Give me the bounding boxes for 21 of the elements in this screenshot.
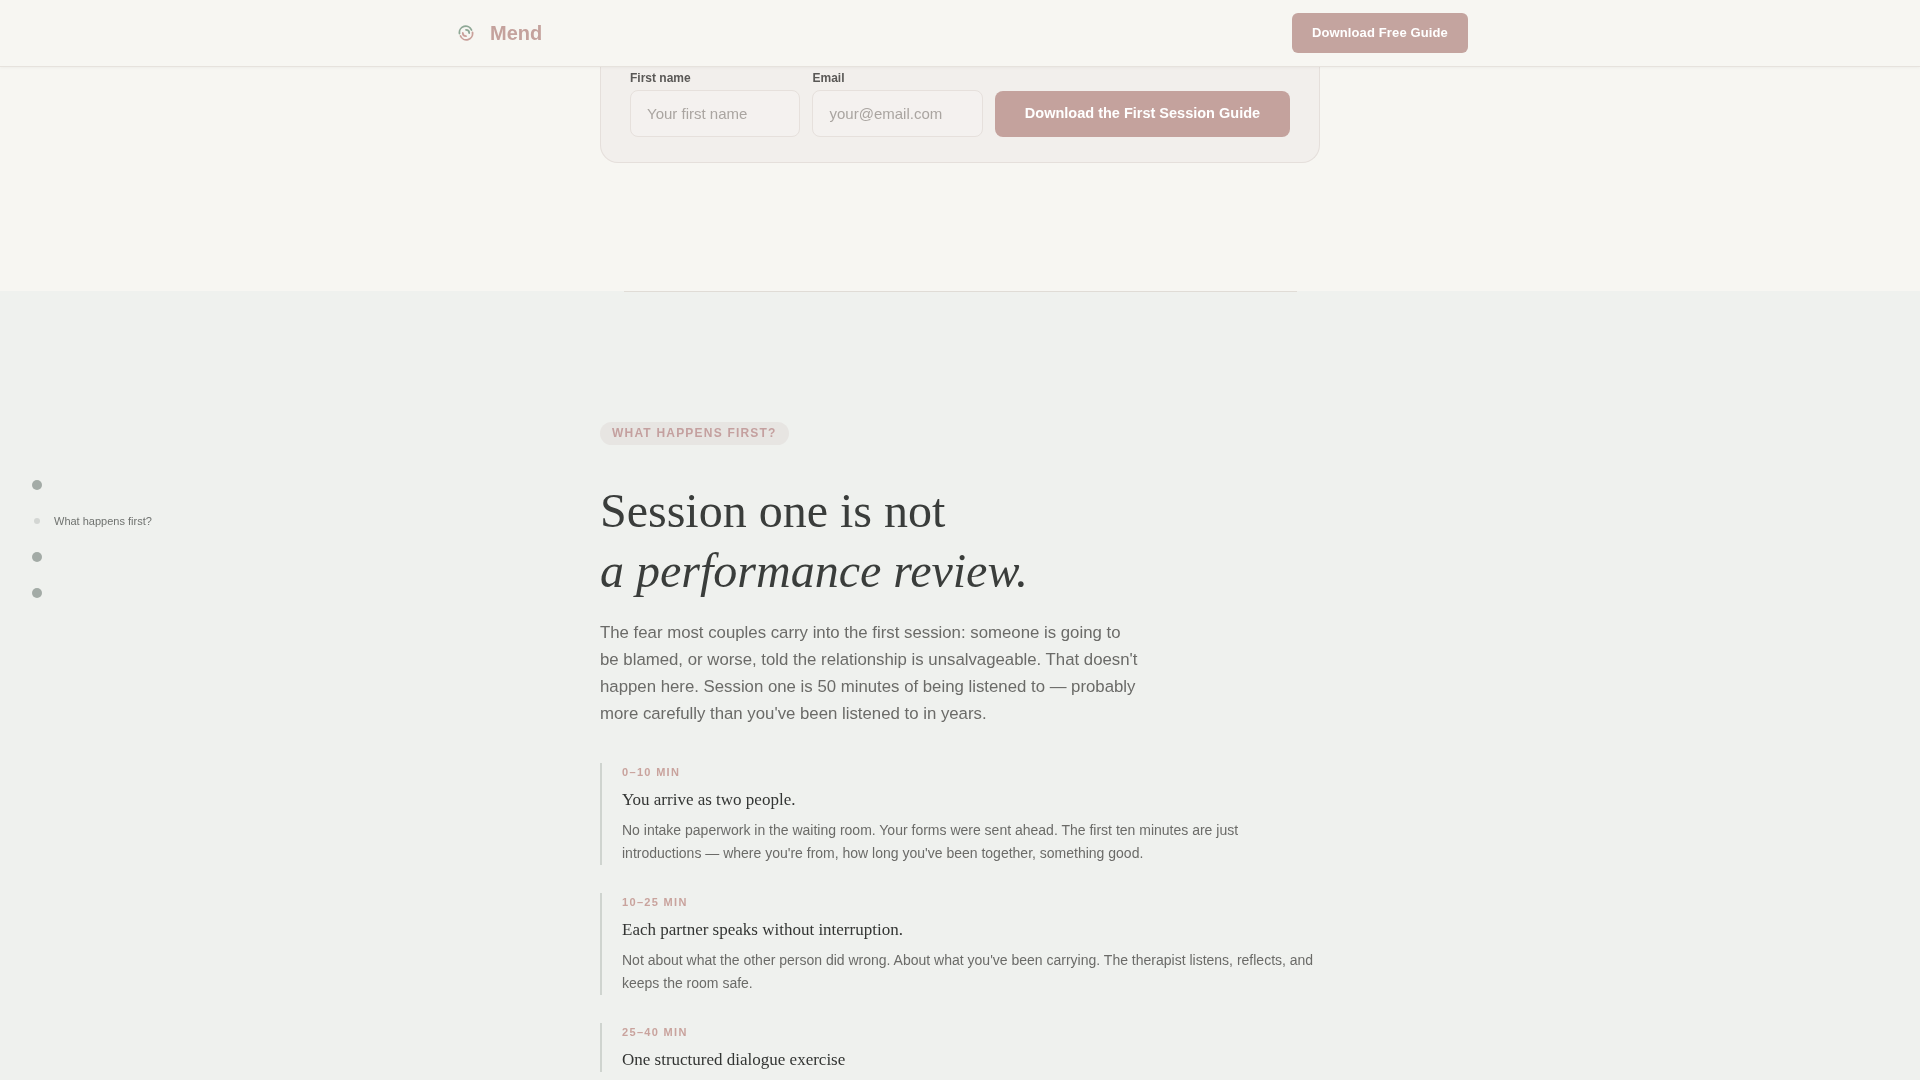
text-field[interactable]: your@email.com (812, 90, 983, 137)
field-label: Email (812, 70, 846, 86)
section-badge: WHAT HAPPENS FIRST? (600, 422, 789, 445)
section-nav-label[interactable]: What happens first? (54, 512, 152, 530)
section-heading-italic: a performance review. (600, 543, 1029, 599)
text-field[interactable]: Your first name (630, 90, 801, 137)
step-title: One structured dialogue exercise (622, 1049, 847, 1071)
swirl-logo-icon (458, 25, 474, 41)
step-description: Not about what the other person did wrong. About what you've been carrying. The therapist listens, reflects, and keeps the room safe. (622, 951, 1315, 993)
time-range: 25–40 MIN (622, 1025, 689, 1039)
intro-paragraph: The fear most couples carry into the first session: someone is going to be blamed, or worse, told the relationship is unsalvageable. That doesn't happen here. Session one is 50 minutes of being listened to — probably more carefully than you've been listened to in years. (600, 622, 1139, 725)
time-range: 10–25 MIN (622, 895, 689, 909)
section-heading: Session one is not (600, 483, 947, 539)
time-range: 0–10 MIN (622, 765, 682, 779)
download-session-guide-button[interactable]: Download the First Session Guide (994, 91, 1290, 137)
download-guide-button[interactable]: Download Free Guide (1291, 13, 1468, 53)
brand-name: Mend (490, 21, 543, 46)
step-title: You arrive as two people. (622, 789, 797, 811)
field-label: First name (630, 70, 692, 86)
step-title: Each partner speaks without interruption. (622, 919, 904, 941)
step-description: No intake paperwork in the waiting room. Your forms were sent ahead. The first ten minutes are just introductions — where you're from, how long you've been together, something good. (622, 821, 1240, 863)
